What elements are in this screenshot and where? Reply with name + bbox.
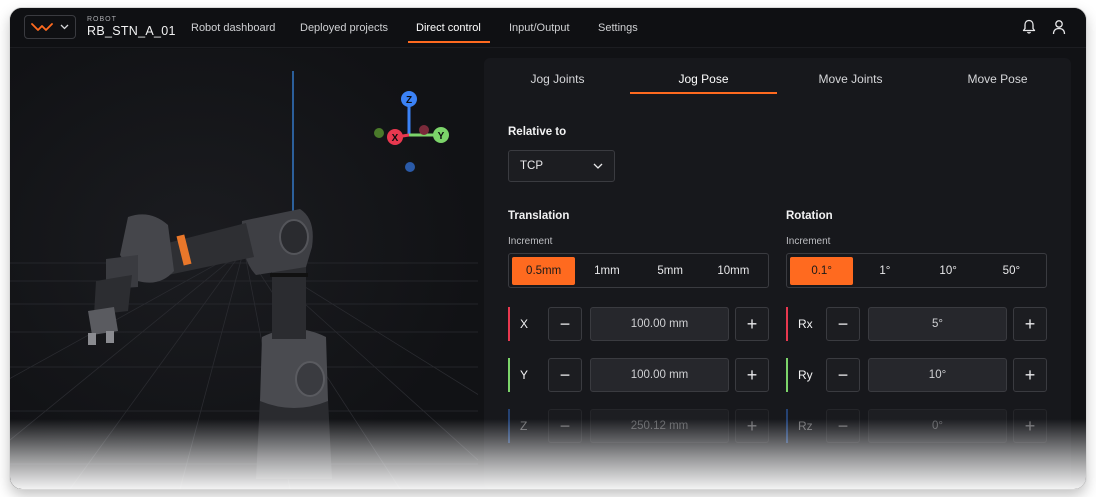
nav-active-indicator — [408, 41, 490, 43]
wave-logo-icon — [31, 23, 53, 31]
increment-0-1deg[interactable]: 0.1° — [790, 256, 854, 285]
rotation-label: Rotation — [786, 210, 833, 222]
axis-label: Ry — [798, 368, 813, 382]
rotation-increment-label: Increment — [786, 236, 831, 247]
chevron-down-icon — [60, 24, 69, 30]
robot-name: RB_STN_A_01 — [87, 24, 176, 38]
tab-jog-joints[interactable]: Jog Joints — [484, 72, 631, 86]
axis-label: X — [520, 317, 529, 331]
z-value-field[interactable]: 250.12 mm — [590, 409, 729, 443]
gizmo-y-label: Y — [438, 131, 445, 142]
axis-label: Z — [520, 419, 528, 433]
rz-value-field[interactable]: 0° — [868, 409, 1007, 443]
translation-increment-selector: 0.5mm 1mm 5mm 10mm — [508, 253, 769, 288]
gizmo-z-label: Z — [406, 95, 412, 106]
jog-row-x: X − 100.00 mm + — [508, 307, 769, 341]
robot-switcher-button[interactable] — [24, 15, 76, 39]
axis-color-bar — [786, 358, 788, 392]
user-icon[interactable] — [1052, 19, 1066, 35]
tab-active-indicator — [630, 92, 777, 94]
relative-to-select[interactable]: TCP — [508, 150, 615, 182]
axis-color-bar — [508, 358, 510, 392]
robot-label: ROBOT — [87, 16, 117, 23]
axis-color-bar — [508, 409, 510, 443]
floor-grid — [10, 248, 478, 489]
x-value-field[interactable]: 100.00 mm — [590, 307, 729, 341]
chevron-down-icon — [593, 163, 603, 169]
jog-row-y: Y − 100.00 mm + — [508, 358, 769, 392]
top-nav: ROBOT RB_STN_A_01 Robot dashboard Deploy… — [10, 8, 1086, 48]
nav-deployed-projects[interactable]: Deployed projects — [300, 22, 388, 34]
axis-label: Rx — [798, 317, 813, 331]
relative-to-label: Relative to — [508, 126, 567, 138]
gizmo-x-label: X — [392, 133, 399, 144]
decrement-y-button[interactable]: − — [548, 358, 582, 392]
jog-row-rz: Rz − 0° + — [786, 409, 1047, 443]
tab-move-pose[interactable]: Move Pose — [924, 72, 1071, 86]
axis-label: Rz — [798, 419, 813, 433]
increment-5mm[interactable]: 5mm — [639, 257, 702, 285]
increment-0-5mm[interactable]: 0.5mm — [512, 256, 576, 285]
y-value-field[interactable]: 100.00 mm — [590, 358, 729, 392]
translation-increment-label: Increment — [508, 236, 553, 247]
nav-direct-control[interactable]: Direct control — [416, 22, 481, 34]
rx-value-field[interactable]: 5° — [868, 307, 1007, 341]
increment-rz-button[interactable]: + — [1013, 409, 1047, 443]
increment-1mm[interactable]: 1mm — [575, 257, 638, 285]
decrement-rx-button[interactable]: − — [826, 307, 860, 341]
nav-settings[interactable]: Settings — [598, 22, 638, 34]
axis-color-bar — [786, 307, 788, 341]
increment-y-button[interactable]: + — [735, 358, 769, 392]
rotation-increment-selector: 0.1° 1° 10° 50° — [786, 253, 1047, 288]
decrement-rz-button[interactable]: − — [826, 409, 860, 443]
increment-z-button[interactable]: + — [735, 409, 769, 443]
increment-10mm[interactable]: 10mm — [702, 257, 765, 285]
decrement-ry-button[interactable]: − — [826, 358, 860, 392]
app-window: ROBOT RB_STN_A_01 Robot dashboard Deploy… — [10, 8, 1086, 489]
tab-jog-pose[interactable]: Jog Pose — [630, 72, 777, 86]
axis-color-bar — [508, 307, 510, 341]
decrement-x-button[interactable]: − — [548, 307, 582, 341]
increment-10deg[interactable]: 10° — [917, 257, 980, 285]
increment-ry-button[interactable]: + — [1013, 358, 1047, 392]
jog-row-rx: Rx − 5° + — [786, 307, 1047, 341]
robot-3d-viewport[interactable]: Z X Y — [10, 49, 478, 489]
translation-label: Translation — [508, 210, 570, 222]
jog-control-panel: Jog Joints Jog Pose Move Joints Move Pos… — [484, 58, 1071, 489]
bell-icon[interactable] — [1022, 19, 1036, 35]
tab-move-joints[interactable]: Move Joints — [777, 72, 924, 86]
decrement-z-button[interactable]: − — [548, 409, 582, 443]
increment-50deg[interactable]: 50° — [980, 257, 1043, 285]
axis-label: Y — [520, 368, 529, 382]
increment-1deg[interactable]: 1° — [853, 257, 916, 285]
nav-input-output[interactable]: Input/Output — [509, 22, 570, 34]
orientation-gizmo: Z X Y — [374, 91, 449, 172]
nav-robot-dashboard[interactable]: Robot dashboard — [191, 22, 275, 34]
increment-x-button[interactable]: + — [735, 307, 769, 341]
jog-row-ry: Ry − 10° + — [786, 358, 1047, 392]
ry-value-field[interactable]: 10° — [868, 358, 1007, 392]
axis-color-bar — [786, 409, 788, 443]
robot-arm-model — [88, 209, 332, 479]
jog-row-z: Z − 250.12 mm + — [508, 409, 769, 443]
increment-rx-button[interactable]: + — [1013, 307, 1047, 341]
relative-to-value: TCP — [520, 160, 543, 172]
